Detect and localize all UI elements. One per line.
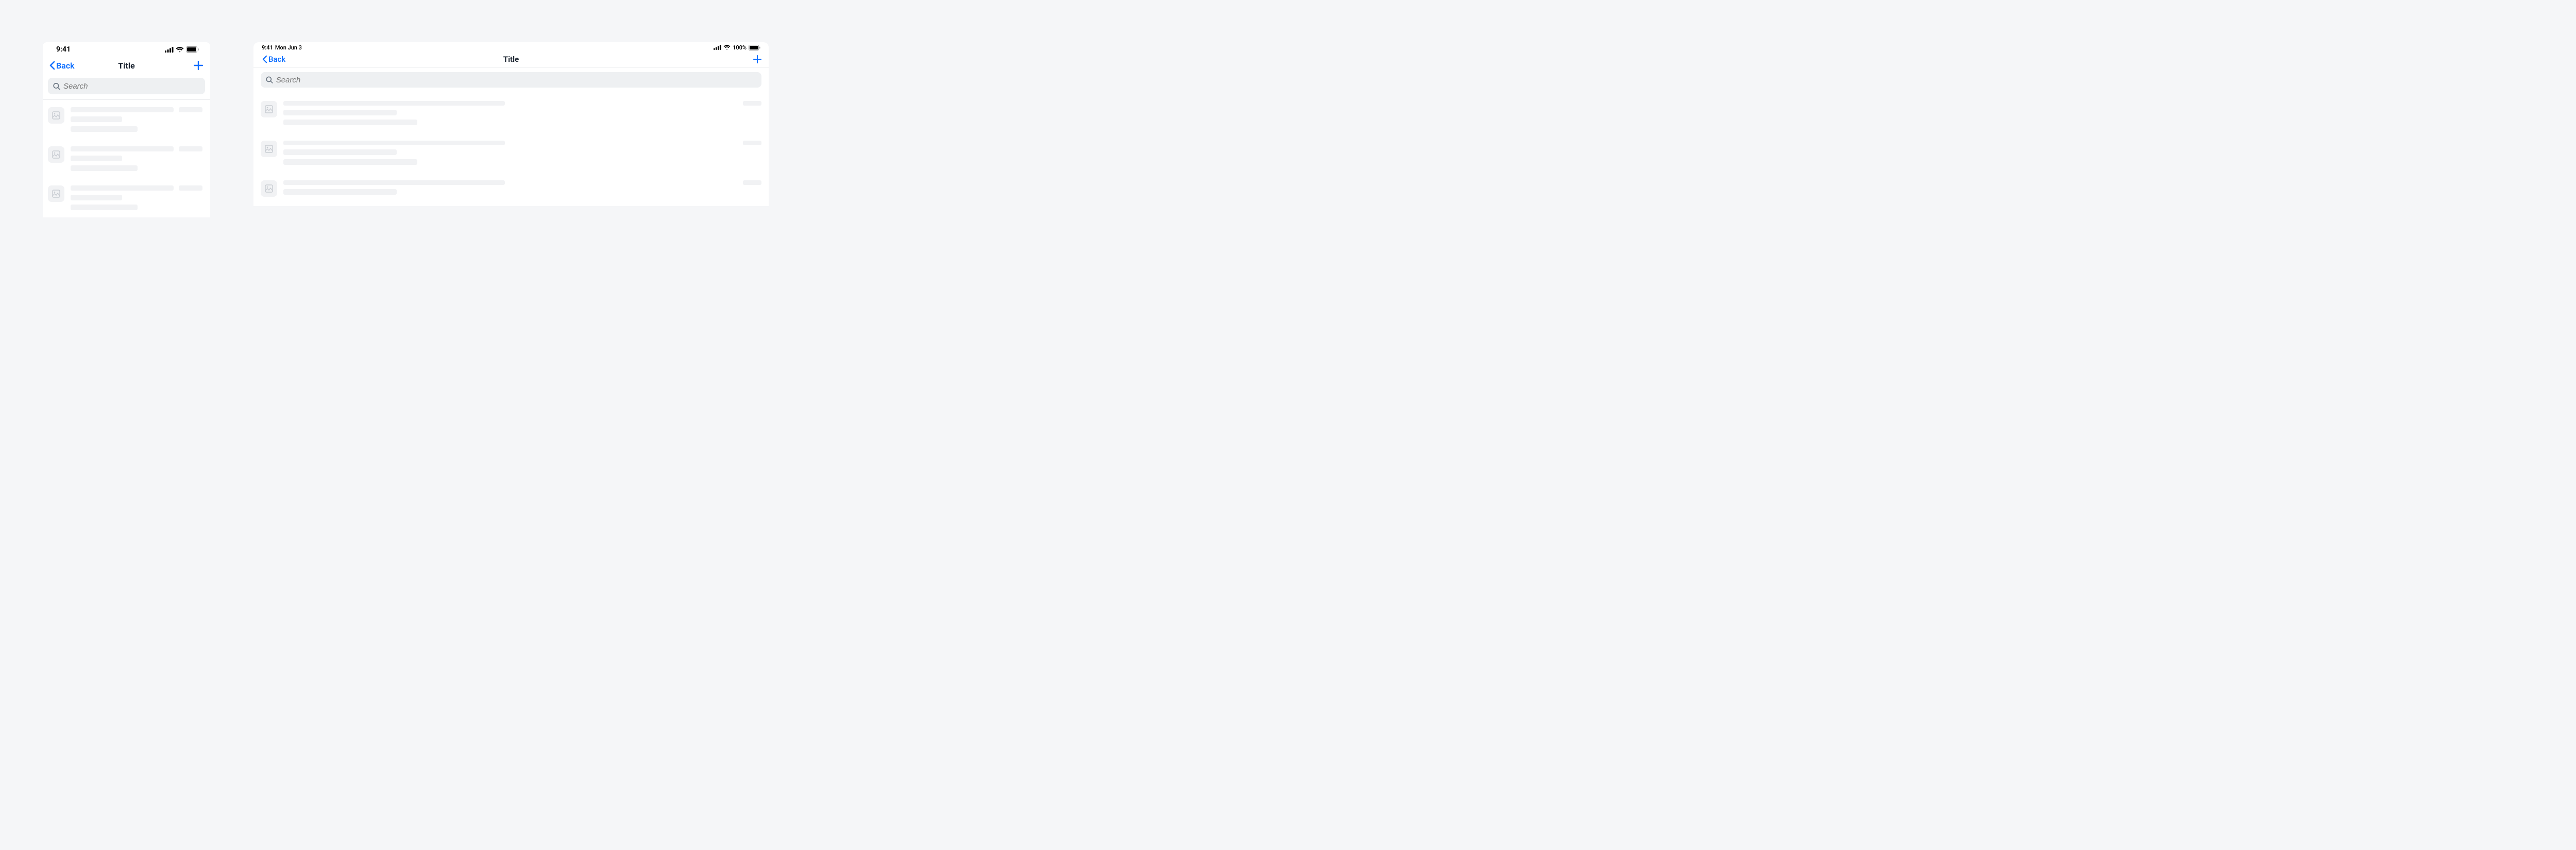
image-placeholder-icon [265, 145, 273, 153]
status-bar: 9:41 Mon Jun 3 100% [253, 42, 769, 50]
skeleton-lines [283, 141, 761, 165]
back-button[interactable]: Back [262, 55, 285, 64]
tablet-frame: 9:41 Mon Jun 3 100% Back Title [253, 42, 769, 206]
search-icon [53, 82, 60, 90]
list [253, 91, 769, 206]
page-title: Title [503, 55, 519, 64]
thumbnail [261, 180, 277, 197]
chevron-left-icon [262, 55, 267, 63]
image-placeholder-icon [52, 150, 60, 159]
thumbnail [261, 101, 277, 117]
chevron-left-icon [49, 61, 55, 70]
skeleton-lines [71, 107, 205, 132]
list-item[interactable] [261, 134, 761, 174]
add-button[interactable] [194, 61, 203, 70]
search-input[interactable] [63, 82, 200, 91]
image-placeholder-icon [52, 190, 60, 198]
list-item[interactable] [48, 100, 205, 139]
plus-icon [753, 55, 761, 63]
back-label: Back [56, 61, 75, 71]
add-button[interactable] [753, 55, 761, 63]
status-bar: 9:41 [43, 42, 210, 57]
plus-icon [194, 61, 203, 70]
signal-icon [165, 47, 174, 53]
list-item[interactable] [261, 95, 761, 134]
battery-icon [749, 45, 760, 50]
list [43, 100, 210, 217]
nav-bar: Back Title [43, 57, 210, 74]
image-placeholder-icon [265, 105, 273, 113]
status-indicators: 100% [714, 44, 760, 51]
thumbnail [261, 141, 277, 157]
wifi-icon [176, 47, 184, 53]
nav-bar: Back Title [253, 50, 769, 68]
thumbnail [48, 107, 64, 124]
search-container [43, 74, 210, 99]
search-bar[interactable] [261, 72, 761, 88]
skeleton-lines [71, 146, 205, 171]
status-time: 9:41 [262, 44, 273, 51]
battery-icon [186, 46, 199, 53]
list-item[interactable] [261, 174, 761, 206]
search-icon [266, 76, 273, 83]
skeleton-lines [283, 101, 761, 125]
image-placeholder-icon [52, 111, 60, 120]
list-item[interactable] [48, 178, 205, 217]
status-time: 9:41 [56, 45, 71, 54]
list-item[interactable] [48, 139, 205, 178]
search-input[interactable] [276, 76, 756, 84]
back-label: Back [268, 55, 285, 64]
thumbnail [48, 146, 64, 163]
status-date: Mon Jun 3 [275, 44, 302, 51]
back-button[interactable]: Back [49, 61, 75, 71]
image-placeholder-icon [265, 184, 273, 193]
search-container [253, 68, 769, 91]
search-bar[interactable] [48, 78, 205, 94]
skeleton-lines [71, 185, 205, 210]
phone-frame: 9:41 Back Title [43, 42, 210, 217]
signal-icon [714, 45, 721, 50]
wifi-icon [723, 45, 731, 50]
page-title: Title [118, 61, 134, 71]
battery-percent: 100% [733, 44, 747, 51]
thumbnail [48, 185, 64, 202]
status-indicators [165, 46, 199, 53]
skeleton-lines [283, 180, 761, 197]
